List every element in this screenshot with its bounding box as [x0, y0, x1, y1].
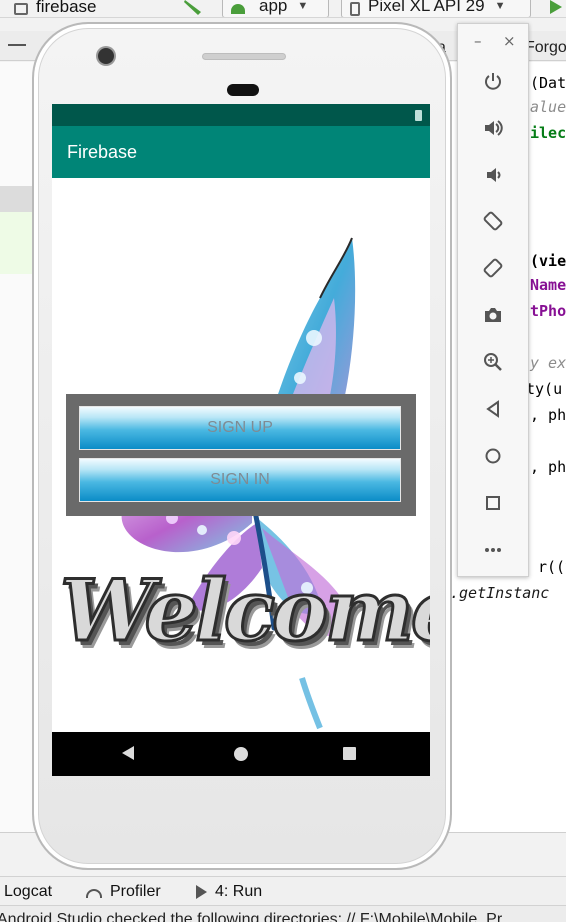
- battery-icon: [415, 110, 422, 121]
- auth-button-panel: SIGN UP SIGN IN: [66, 394, 416, 516]
- code-line: y ex: [530, 354, 566, 372]
- close-icon[interactable]: ×: [503, 32, 516, 50]
- editor-tab-label: Forgo: [525, 39, 566, 56]
- gauge-icon: [86, 889, 102, 898]
- run-config-label: app: [259, 0, 288, 15]
- code-line: ilec: [530, 124, 566, 142]
- chevron-down-icon: ▼: [494, 0, 506, 12]
- profiler-tab[interactable]: Profiler: [86, 882, 161, 902]
- rotate-left-icon[interactable]: [478, 206, 508, 236]
- emulator-screen[interactable]: Firebase Welcome SIGN UP SIGN IN: [52, 104, 430, 776]
- android-status-bar: [52, 104, 430, 126]
- volume-down-icon[interactable]: [478, 160, 508, 190]
- ide-toolbar: firebase app ▼ Pixel XL API 29 ▼: [0, 0, 566, 18]
- power-icon[interactable]: [478, 66, 508, 96]
- camera-icon[interactable]: [478, 300, 508, 330]
- profiler-label: Profiler: [110, 883, 161, 900]
- volume-up-icon[interactable]: [478, 113, 508, 143]
- code-line: ty(u: [526, 380, 563, 398]
- zoom-icon[interactable]: [478, 347, 508, 377]
- back-icon[interactable]: [478, 394, 508, 424]
- overview-icon[interactable]: [478, 488, 508, 518]
- logcat-label: Logcat: [4, 883, 53, 900]
- code-line: (Dat: [530, 74, 566, 92]
- run-tab[interactable]: 4: Run: [196, 882, 262, 902]
- earpiece: [227, 84, 259, 96]
- run-icon: [196, 885, 207, 899]
- device-icon: [350, 2, 360, 16]
- home-icon[interactable]: [478, 441, 508, 471]
- more-icon[interactable]: [478, 535, 508, 565]
- back-icon[interactable]: [122, 746, 134, 760]
- code-line: tPho: [530, 302, 566, 320]
- emulator-toolbar: – ×: [457, 23, 529, 577]
- status-message: Android Studio checked the following dir…: [0, 911, 503, 922]
- front-camera-icon: [98, 48, 114, 64]
- recents-icon[interactable]: [343, 747, 356, 760]
- device-label: Pixel XL API 29: [368, 0, 485, 15]
- code-line: (vie: [530, 252, 566, 270]
- speaker-grille: [202, 53, 286, 60]
- run-icon[interactable]: [548, 0, 564, 17]
- sign-up-button[interactable]: SIGN UP: [79, 406, 401, 450]
- code-line: alue: [530, 98, 566, 116]
- tool-window-bar: Logcat Profiler 4: Run: [0, 876, 566, 906]
- code-line: Name: [530, 276, 566, 294]
- collapse-icon[interactable]: [8, 44, 26, 46]
- code-line: r((v: [538, 558, 566, 576]
- run-tab-label: 4: Run: [215, 883, 263, 900]
- minimize-icon[interactable]: –: [474, 32, 482, 50]
- project-selector[interactable]: firebase: [14, 0, 97, 17]
- project-name: firebase: [36, 0, 97, 16]
- code-line: .getInstanc: [450, 584, 550, 602]
- app-title: Firebase: [67, 142, 138, 162]
- android-nav-bar: [52, 732, 430, 776]
- code-line: , ph: [530, 458, 566, 476]
- device-selector[interactable]: Pixel XL API 29 ▼: [341, 0, 531, 17]
- rotate-right-icon[interactable]: [478, 253, 508, 283]
- code-line: , ph: [530, 406, 566, 424]
- sign-in-button[interactable]: SIGN IN: [79, 458, 401, 502]
- status-bar: Android Studio checked the following dir…: [0, 906, 566, 922]
- folder-icon: [14, 3, 28, 15]
- home-icon[interactable]: [234, 747, 248, 761]
- android-icon: [231, 4, 245, 14]
- app-bar: Firebase: [52, 126, 430, 178]
- logcat-tab[interactable]: Logcat: [4, 882, 52, 902]
- welcome-art-text: Welcome: [58, 560, 430, 662]
- chevron-down-icon: ▼: [297, 0, 309, 12]
- run-config-selector[interactable]: app ▼: [222, 0, 329, 17]
- build-hammer-icon[interactable]: [182, 0, 204, 17]
